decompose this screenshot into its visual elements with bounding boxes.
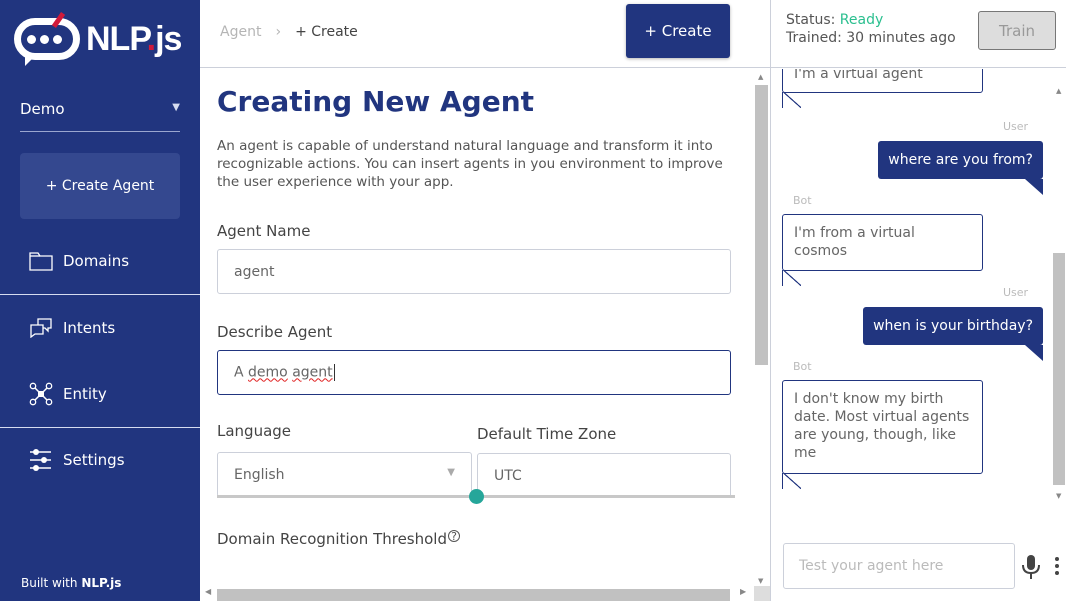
- help-icon[interactable]: ?: [448, 530, 460, 542]
- create-agent-button[interactable]: + Create Agent: [20, 153, 180, 219]
- chat-messages: I'm a virtual agent User where are you f…: [771, 69, 1051, 509]
- scroll-up-icon[interactable]: ▲: [758, 73, 763, 81]
- text-cursor: [333, 364, 335, 381]
- chat-input[interactable]: Test your agent here: [783, 543, 1015, 589]
- main-panel: Agent › + Create + Create Creating New A…: [200, 0, 770, 601]
- nav-divider: [0, 427, 200, 428]
- trained-time: Trained: 30 minutes ago: [786, 30, 956, 46]
- sliders-icon: [28, 448, 54, 472]
- page-title: Creating New Agent: [217, 85, 535, 118]
- chat-header: Status: Ready Trained: 30 minutes ago Tr…: [771, 0, 1066, 68]
- bot-message: I don't know my birth date. Most virtual…: [782, 380, 983, 489]
- sender-label: Bot: [793, 360, 812, 373]
- training-status: Status: Ready Trained: 30 minutes ago: [786, 12, 956, 46]
- form-vertical-scrollbar[interactable]: ▲ ▼: [754, 69, 770, 586]
- timezone-input[interactable]: UTC: [477, 453, 731, 498]
- nav-divider: [0, 294, 200, 295]
- more-options-icon[interactable]: [1054, 557, 1060, 575]
- sidebar-item-label: Settings: [63, 451, 125, 469]
- sender-label: User: [1003, 286, 1029, 299]
- user-message: when is your birthday?: [863, 307, 1043, 361]
- test-chat-panel: Status: Ready Trained: 30 minutes ago Tr…: [770, 0, 1066, 601]
- sidebar-item-entity[interactable]: Entity: [0, 374, 200, 414]
- chevron-right-icon: ›: [275, 24, 282, 40]
- agent-form: Creating New Agent An agent is capable o…: [200, 69, 770, 601]
- scroll-right-icon[interactable]: ▶: [740, 587, 746, 596]
- train-button[interactable]: Train: [978, 11, 1056, 50]
- bot-message: I'm a virtual agent: [782, 69, 983, 108]
- threshold-slider[interactable]: [217, 489, 735, 504]
- sidebar-item-label: Entity: [63, 385, 107, 403]
- page-description: An agent is capable of understand natura…: [217, 138, 723, 190]
- agent-name-input[interactable]: agent: [217, 249, 731, 294]
- form-horizontal-scrollbar[interactable]: ◀ ▶: [200, 586, 770, 601]
- slider-thumb[interactable]: [468, 489, 484, 504]
- sidebar: NLP.js Demo ▼ + Create Agent Domains Int…: [0, 0, 200, 601]
- network-nodes-icon: [28, 382, 54, 406]
- agent-select[interactable]: Demo ▼: [20, 96, 180, 132]
- agent-name-value: agent: [234, 263, 275, 280]
- timezone-label: Default Time Zone: [477, 425, 617, 443]
- language-label: Language: [217, 422, 292, 440]
- microphone-icon[interactable]: [1021, 554, 1041, 580]
- sidebar-item-intents[interactable]: Intents: [0, 308, 200, 348]
- breadcrumb: Agent › + Create: [220, 24, 358, 40]
- scrollbar-thumb[interactable]: [217, 589, 730, 601]
- describe-agent-value: A demo agent: [234, 364, 335, 381]
- scroll-down-icon[interactable]: ▼: [758, 577, 763, 585]
- built-with-footer: Built with NLP.js: [21, 576, 122, 590]
- chat-input-placeholder: Test your agent here: [799, 558, 944, 574]
- sidebar-item-domains[interactable]: Domains: [0, 241, 200, 281]
- chat-scrollbar[interactable]: ▲ ▼: [1052, 69, 1066, 509]
- sender-label: User: [1003, 120, 1029, 133]
- logo-bubble-icon: [14, 18, 80, 66]
- scrollbar-thumb[interactable]: [1053, 253, 1065, 485]
- sidebar-item-label: Domains: [63, 252, 130, 270]
- scroll-up-icon[interactable]: ▲: [1056, 87, 1061, 95]
- nlpjs-logo: NLP.js: [12, 12, 192, 66]
- user-message: where are you from?: [878, 141, 1043, 195]
- timezone-value: UTC: [494, 467, 522, 484]
- status-badge: Ready: [839, 12, 884, 28]
- scrollbar-thumb[interactable]: [755, 85, 768, 365]
- language-value: English: [234, 466, 285, 483]
- describe-agent-input[interactable]: A demo agent: [217, 350, 731, 395]
- sidebar-item-label: Intents: [63, 319, 116, 337]
- folder-icon: [28, 249, 54, 273]
- caret-down-icon: ▼: [172, 102, 180, 113]
- chat-bubbles-icon: [28, 316, 54, 340]
- breadcrumb-create: + Create: [295, 24, 358, 40]
- describe-agent-label: Describe Agent: [217, 323, 333, 341]
- create-button[interactable]: + Create: [626, 4, 730, 58]
- caret-down-icon: ▼: [447, 467, 455, 478]
- scrollbar-corner: [754, 586, 770, 601]
- sender-label: Bot: [793, 194, 812, 207]
- scroll-down-icon[interactable]: ▼: [1056, 492, 1061, 500]
- threshold-label: Domain Recognition Threshold?: [217, 530, 460, 548]
- agent-select-value: Demo: [20, 100, 65, 118]
- bot-message: I'm from a virtual cosmos: [782, 214, 983, 286]
- top-bar: Agent › + Create + Create: [200, 0, 770, 68]
- sidebar-item-settings[interactable]: Settings: [0, 440, 200, 480]
- breadcrumb-agent[interactable]: Agent: [220, 24, 261, 40]
- language-select[interactable]: English ▼: [217, 452, 472, 497]
- agent-name-label: Agent Name: [217, 222, 311, 240]
- scroll-left-icon[interactable]: ◀: [205, 587, 211, 596]
